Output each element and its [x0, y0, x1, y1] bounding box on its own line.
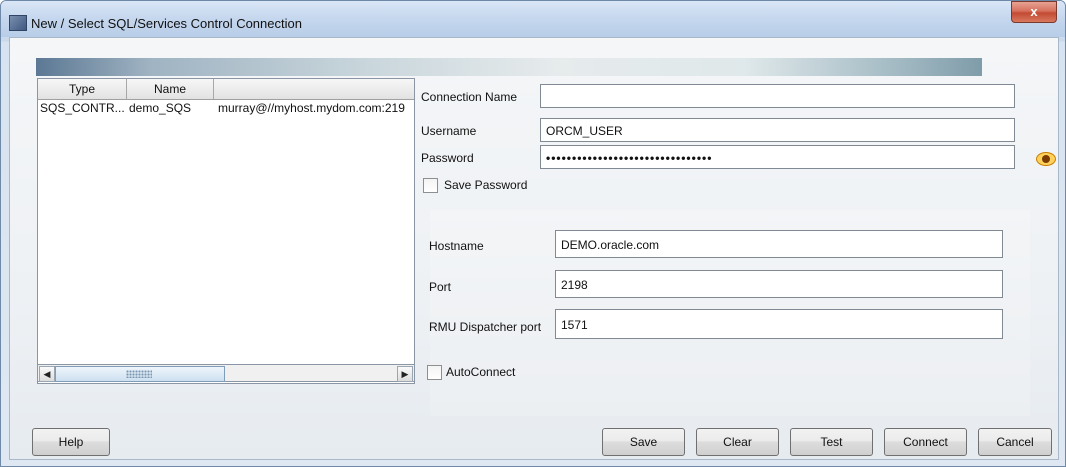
username-label: Username — [421, 124, 477, 138]
rmu-dispatcher-port-field[interactable]: 1571 — [555, 309, 1003, 339]
close-icon: x — [1030, 4, 1038, 19]
test-button[interactable]: Test — [790, 428, 873, 456]
eye-icon[interactable] — [1036, 152, 1056, 166]
cancel-button[interactable]: Cancel — [978, 428, 1052, 456]
list-header: Type Name — [38, 79, 414, 100]
save-password-label: Save Password — [444, 178, 528, 192]
clear-button[interactable]: Clear — [696, 428, 779, 456]
hostname-field[interactable]: DEMO.oracle.com — [555, 230, 1003, 258]
column-header-name[interactable]: Name — [127, 79, 214, 99]
scroll-right-icon[interactable]: ▶ — [397, 366, 413, 382]
column-header-type[interactable]: Type — [38, 79, 127, 99]
row-connection: murray@//myhost.mydom.com:219 — [218, 101, 405, 115]
header-banner — [36, 58, 982, 76]
autoconnect-label: AutoConnect — [446, 365, 516, 379]
scroll-left-icon[interactable]: ◀ — [39, 366, 55, 382]
port-field[interactable]: 2198 — [555, 270, 1003, 298]
dialog-window: New / Select SQL/Services Control Connec… — [0, 0, 1066, 467]
grip-icon — [126, 370, 152, 378]
horizontal-scrollbar[interactable]: ◀ ▶ — [37, 364, 415, 382]
rmu-dispatcher-port-label: RMU Dispatcher port — [429, 320, 542, 334]
password-label: Password — [421, 151, 474, 165]
column-header-connection[interactable] — [214, 79, 413, 99]
table-row[interactable]: SQS_CONTR... demo_SQS murray@//myhost.my… — [38, 100, 414, 116]
dialog-body: Type Name SQS_CONTR... demo_SQS murray@/… — [9, 37, 1059, 460]
close-button[interactable]: x — [1011, 1, 1057, 23]
row-name: demo_SQS — [129, 101, 192, 115]
row-type: SQS_CONTR... — [40, 101, 125, 115]
autoconnect-checkbox[interactable] — [427, 365, 442, 380]
app-window-icon — [9, 15, 27, 31]
connection-name-field[interactable] — [540, 84, 1015, 108]
port-label: Port — [429, 280, 452, 294]
username-field[interactable]: ORCM_USER — [540, 118, 1015, 142]
title-bar[interactable]: New / Select SQL/Services Control Connec… — [1, 1, 1065, 37]
window-title: New / Select SQL/Services Control Connec… — [31, 16, 302, 31]
connection-list[interactable]: Type Name SQS_CONTR... demo_SQS murray@/… — [37, 78, 415, 384]
save-password-checkbox[interactable] — [423, 178, 438, 193]
help-button[interactable]: Help — [32, 428, 110, 456]
password-field[interactable]: •••••••••••••••••••••••••••••••• — [540, 145, 1015, 169]
save-button[interactable]: Save — [602, 428, 685, 456]
hostname-label: Hostname — [429, 239, 484, 253]
connection-name-label: Connection Name — [421, 90, 518, 104]
connect-button[interactable]: Connect — [884, 428, 967, 456]
scroll-thumb[interactable] — [55, 366, 225, 382]
